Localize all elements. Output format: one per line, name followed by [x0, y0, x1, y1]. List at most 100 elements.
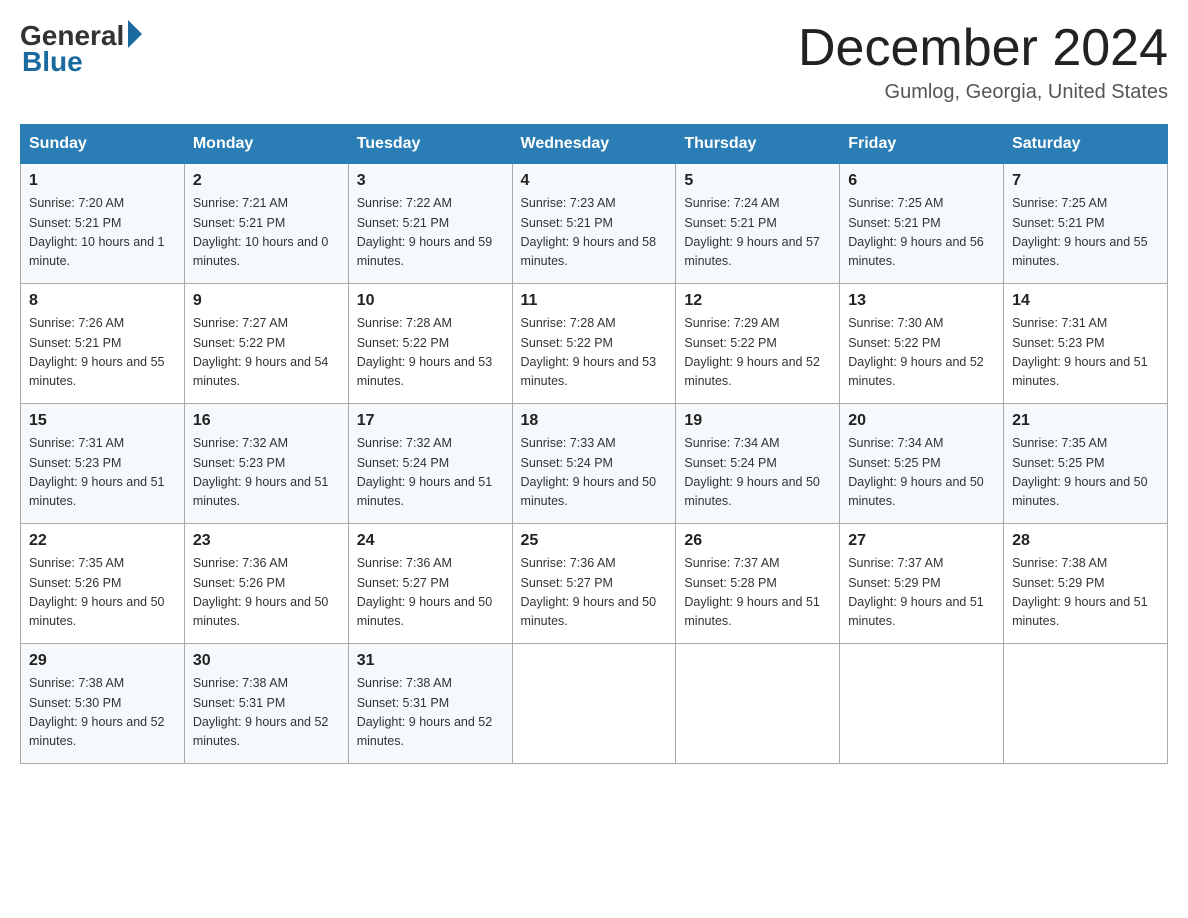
location-text: Gumlog, Georgia, United States	[798, 81, 1168, 104]
weekday-header-wednesday: Wednesday	[512, 125, 676, 164]
calendar-week-row: 15 Sunrise: 7:31 AMSunset: 5:23 PMDaylig…	[21, 404, 1168, 524]
day-number: 21	[1012, 412, 1159, 430]
day-number: 8	[29, 292, 176, 310]
day-number: 15	[29, 412, 176, 430]
day-info: Sunrise: 7:35 AMSunset: 5:25 PMDaylight:…	[1012, 436, 1148, 508]
day-info: Sunrise: 7:32 AMSunset: 5:24 PMDaylight:…	[357, 436, 493, 508]
calendar-cell: 24 Sunrise: 7:36 AMSunset: 5:27 PMDaylig…	[348, 524, 512, 644]
day-number: 7	[1012, 172, 1159, 190]
calendar-cell: 21 Sunrise: 7:35 AMSunset: 5:25 PMDaylig…	[1004, 404, 1168, 524]
day-number: 22	[29, 532, 176, 550]
day-info: Sunrise: 7:28 AMSunset: 5:22 PMDaylight:…	[521, 316, 657, 388]
day-number: 12	[684, 292, 831, 310]
day-info: Sunrise: 7:33 AMSunset: 5:24 PMDaylight:…	[521, 436, 657, 508]
day-info: Sunrise: 7:21 AMSunset: 5:21 PMDaylight:…	[193, 196, 329, 268]
calendar-week-row: 1 Sunrise: 7:20 AMSunset: 5:21 PMDayligh…	[21, 164, 1168, 284]
calendar-cell: 18 Sunrise: 7:33 AMSunset: 5:24 PMDaylig…	[512, 404, 676, 524]
title-section: December 2024 Gumlog, Georgia, United St…	[798, 20, 1168, 104]
day-info: Sunrise: 7:32 AMSunset: 5:23 PMDaylight:…	[193, 436, 329, 508]
day-number: 10	[357, 292, 504, 310]
day-number: 19	[684, 412, 831, 430]
calendar-week-row: 29 Sunrise: 7:38 AMSunset: 5:30 PMDaylig…	[21, 644, 1168, 764]
calendar-week-row: 8 Sunrise: 7:26 AMSunset: 5:21 PMDayligh…	[21, 284, 1168, 404]
page-header: General Blue December 2024 Gumlog, Georg…	[20, 20, 1168, 104]
calendar-cell: 6 Sunrise: 7:25 AMSunset: 5:21 PMDayligh…	[840, 164, 1004, 284]
day-number: 18	[521, 412, 668, 430]
day-number: 30	[193, 652, 340, 670]
calendar-cell: 26 Sunrise: 7:37 AMSunset: 5:28 PMDaylig…	[676, 524, 840, 644]
day-number: 13	[848, 292, 995, 310]
day-info: Sunrise: 7:38 AMSunset: 5:30 PMDaylight:…	[29, 676, 165, 748]
day-info: Sunrise: 7:24 AMSunset: 5:21 PMDaylight:…	[684, 196, 820, 268]
day-number: 4	[521, 172, 668, 190]
day-number: 31	[357, 652, 504, 670]
day-info: Sunrise: 7:38 AMSunset: 5:31 PMDaylight:…	[193, 676, 329, 748]
calendar-cell: 14 Sunrise: 7:31 AMSunset: 5:23 PMDaylig…	[1004, 284, 1168, 404]
calendar-cell: 3 Sunrise: 7:22 AMSunset: 5:21 PMDayligh…	[348, 164, 512, 284]
calendar-cell	[512, 644, 676, 764]
day-info: Sunrise: 7:37 AMSunset: 5:29 PMDaylight:…	[848, 556, 984, 628]
day-info: Sunrise: 7:38 AMSunset: 5:29 PMDaylight:…	[1012, 556, 1148, 628]
day-info: Sunrise: 7:36 AMSunset: 5:27 PMDaylight:…	[521, 556, 657, 628]
calendar-header: SundayMondayTuesdayWednesdayThursdayFrid…	[21, 125, 1168, 164]
day-info: Sunrise: 7:27 AMSunset: 5:22 PMDaylight:…	[193, 316, 329, 388]
calendar-cell: 12 Sunrise: 7:29 AMSunset: 5:22 PMDaylig…	[676, 284, 840, 404]
day-info: Sunrise: 7:28 AMSunset: 5:22 PMDaylight:…	[357, 316, 493, 388]
day-number: 24	[357, 532, 504, 550]
calendar-cell: 25 Sunrise: 7:36 AMSunset: 5:27 PMDaylig…	[512, 524, 676, 644]
calendar-cell: 15 Sunrise: 7:31 AMSunset: 5:23 PMDaylig…	[21, 404, 185, 524]
day-info: Sunrise: 7:31 AMSunset: 5:23 PMDaylight:…	[1012, 316, 1148, 388]
calendar-body: 1 Sunrise: 7:20 AMSunset: 5:21 PMDayligh…	[21, 164, 1168, 764]
day-number: 17	[357, 412, 504, 430]
calendar-cell: 4 Sunrise: 7:23 AMSunset: 5:21 PMDayligh…	[512, 164, 676, 284]
calendar-cell: 19 Sunrise: 7:34 AMSunset: 5:24 PMDaylig…	[676, 404, 840, 524]
calendar-cell: 28 Sunrise: 7:38 AMSunset: 5:29 PMDaylig…	[1004, 524, 1168, 644]
weekday-header-tuesday: Tuesday	[348, 125, 512, 164]
weekday-header-sunday: Sunday	[21, 125, 185, 164]
calendar-cell: 11 Sunrise: 7:28 AMSunset: 5:22 PMDaylig…	[512, 284, 676, 404]
day-info: Sunrise: 7:20 AMSunset: 5:21 PMDaylight:…	[29, 196, 165, 268]
day-info: Sunrise: 7:26 AMSunset: 5:21 PMDaylight:…	[29, 316, 165, 388]
day-number: 5	[684, 172, 831, 190]
calendar-cell: 13 Sunrise: 7:30 AMSunset: 5:22 PMDaylig…	[840, 284, 1004, 404]
day-info: Sunrise: 7:30 AMSunset: 5:22 PMDaylight:…	[848, 316, 984, 388]
day-number: 14	[1012, 292, 1159, 310]
day-number: 16	[193, 412, 340, 430]
logo: General Blue	[20, 20, 142, 78]
calendar-week-row: 22 Sunrise: 7:35 AMSunset: 5:26 PMDaylig…	[21, 524, 1168, 644]
weekday-header-friday: Friday	[840, 125, 1004, 164]
calendar-cell: 9 Sunrise: 7:27 AMSunset: 5:22 PMDayligh…	[184, 284, 348, 404]
day-info: Sunrise: 7:36 AMSunset: 5:26 PMDaylight:…	[193, 556, 329, 628]
day-number: 29	[29, 652, 176, 670]
calendar-cell	[676, 644, 840, 764]
calendar-cell: 22 Sunrise: 7:35 AMSunset: 5:26 PMDaylig…	[21, 524, 185, 644]
calendar-cell	[1004, 644, 1168, 764]
day-info: Sunrise: 7:25 AMSunset: 5:21 PMDaylight:…	[1012, 196, 1148, 268]
day-number: 20	[848, 412, 995, 430]
day-number: 23	[193, 532, 340, 550]
calendar-cell: 10 Sunrise: 7:28 AMSunset: 5:22 PMDaylig…	[348, 284, 512, 404]
calendar-cell: 2 Sunrise: 7:21 AMSunset: 5:21 PMDayligh…	[184, 164, 348, 284]
day-number: 25	[521, 532, 668, 550]
calendar-cell: 8 Sunrise: 7:26 AMSunset: 5:21 PMDayligh…	[21, 284, 185, 404]
weekday-header-row: SundayMondayTuesdayWednesdayThursdayFrid…	[21, 125, 1168, 164]
day-info: Sunrise: 7:37 AMSunset: 5:28 PMDaylight:…	[684, 556, 820, 628]
day-number: 11	[521, 292, 668, 310]
day-number: 1	[29, 172, 176, 190]
weekday-header-thursday: Thursday	[676, 125, 840, 164]
weekday-header-monday: Monday	[184, 125, 348, 164]
logo-blue-text: Blue	[20, 46, 83, 78]
day-info: Sunrise: 7:35 AMSunset: 5:26 PMDaylight:…	[29, 556, 165, 628]
calendar-cell: 17 Sunrise: 7:32 AMSunset: 5:24 PMDaylig…	[348, 404, 512, 524]
day-info: Sunrise: 7:23 AMSunset: 5:21 PMDaylight:…	[521, 196, 657, 268]
calendar-cell: 23 Sunrise: 7:36 AMSunset: 5:26 PMDaylig…	[184, 524, 348, 644]
calendar-cell: 5 Sunrise: 7:24 AMSunset: 5:21 PMDayligh…	[676, 164, 840, 284]
calendar-table: SundayMondayTuesdayWednesdayThursdayFrid…	[20, 124, 1168, 764]
calendar-cell: 1 Sunrise: 7:20 AMSunset: 5:21 PMDayligh…	[21, 164, 185, 284]
calendar-cell	[840, 644, 1004, 764]
day-number: 9	[193, 292, 340, 310]
day-info: Sunrise: 7:29 AMSunset: 5:22 PMDaylight:…	[684, 316, 820, 388]
day-number: 2	[193, 172, 340, 190]
calendar-cell: 27 Sunrise: 7:37 AMSunset: 5:29 PMDaylig…	[840, 524, 1004, 644]
calendar-cell: 30 Sunrise: 7:38 AMSunset: 5:31 PMDaylig…	[184, 644, 348, 764]
